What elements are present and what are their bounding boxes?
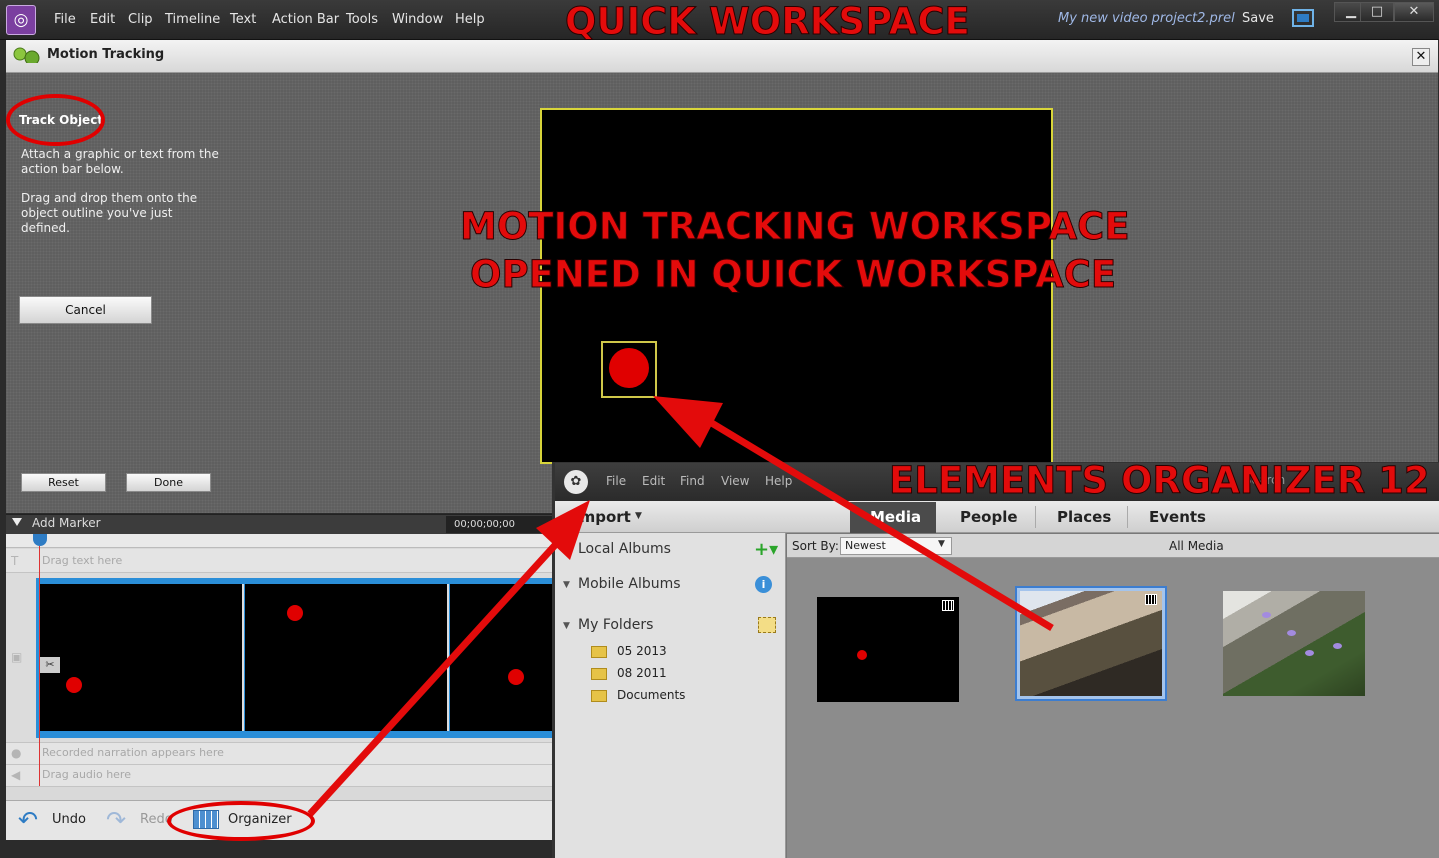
window-close-button[interactable]: ✕	[1394, 2, 1434, 22]
local-albums-header[interactable]: Local Albums	[578, 541, 671, 557]
menu-action-bar[interactable]: Action Bar	[272, 12, 339, 27]
project-name: My new video project2.prel	[1058, 11, 1235, 26]
folder-view-icon[interactable]	[758, 617, 776, 633]
panel-close-button[interactable]: ✕	[1412, 48, 1430, 66]
chevron-down-icon[interactable]: ▼	[938, 539, 945, 549]
frame-dot-2	[287, 605, 303, 621]
folder-icon	[591, 646, 607, 658]
cancel-button[interactable]: Cancel	[19, 296, 152, 324]
video-track-icon: ▣	[11, 650, 23, 664]
media-thumbnail[interactable]	[817, 597, 959, 702]
all-media-label: All Media	[1169, 539, 1224, 553]
undo-button[interactable]: Undo	[52, 812, 86, 827]
speaker-icon: ◀	[11, 768, 21, 782]
mobile-albums-header[interactable]: Mobile Albums	[578, 576, 681, 592]
thumbnail-flower	[1262, 612, 1271, 618]
playhead-line	[39, 546, 40, 786]
my-folders-header[interactable]: My Folders	[578, 617, 653, 633]
import-button[interactable]: Import	[574, 508, 631, 526]
annotation-elements-organizer: ELEMENTS ORGANIZER 12	[889, 459, 1431, 503]
organizer-logo-icon: ✿	[564, 470, 588, 494]
scissors-icon[interactable]: ✂	[40, 657, 60, 673]
annotation-motion-line-2: OPENED IN QUICK WORKSPACE	[469, 253, 1117, 297]
sort-dropdown[interactable]: Newest	[840, 537, 952, 555]
clip-frame-2	[245, 584, 449, 731]
import-dropdown-icon[interactable]: ▼	[635, 511, 642, 521]
menu-help[interactable]: Help	[455, 12, 485, 27]
microphone-icon: ●	[11, 746, 22, 760]
menu-text[interactable]: Text	[230, 12, 256, 27]
audio-hint: Drag audio here	[42, 768, 131, 781]
thumbnail-flower	[1333, 643, 1342, 649]
status-strip	[0, 840, 556, 858]
fullscreen-icon[interactable]	[1292, 9, 1314, 27]
redo-icon[interactable]: ↷	[106, 806, 126, 834]
text-track-icon: T	[11, 554, 19, 568]
menu-tools[interactable]: Tools	[346, 12, 378, 27]
annotation-quick-workspace: QUICK WORKSPACE	[565, 0, 971, 44]
tab-places[interactable]: Places	[1057, 508, 1111, 526]
menu-window[interactable]: Window	[392, 12, 443, 27]
folder-item[interactable]: Documents	[617, 688, 685, 702]
collapse-arrow-icon[interactable]: ▼	[563, 580, 570, 590]
tab-separator	[1127, 506, 1128, 528]
maximize-button[interactable]: □	[1360, 2, 1394, 22]
thumbnail-red-dot	[857, 650, 867, 660]
folder-icon	[591, 690, 607, 702]
add-album-icon[interactable]: +▾	[754, 539, 778, 560]
frame-dot-1	[66, 677, 82, 693]
collapse-arrow-icon[interactable]: ▼	[563, 545, 570, 555]
annotation-motion-line-1: MOTION TRACKING WORKSPACE	[460, 205, 1131, 249]
motion-tracking-title: Motion Tracking	[47, 47, 165, 62]
narration-hint: Recorded narration appears here	[42, 746, 224, 759]
instruction-attach: Attach a graphic or text from the action…	[21, 147, 219, 176]
add-marker-icon[interactable]	[12, 518, 22, 526]
clip-frame-1	[40, 584, 244, 731]
undo-icon[interactable]: ↶	[18, 806, 38, 834]
video-file-icon	[1145, 594, 1157, 605]
annotation-oval-track-object	[6, 94, 105, 146]
tab-people[interactable]: People	[960, 508, 1018, 526]
add-marker-button[interactable]: Add Marker	[32, 516, 101, 530]
menu-timeline[interactable]: Timeline	[165, 12, 220, 27]
organizer-menu-find[interactable]: Find	[680, 474, 705, 488]
collapse-arrow-icon[interactable]: ▼	[563, 621, 570, 631]
sort-by-label: Sort By:	[792, 539, 839, 553]
thumbnail-flower	[1287, 630, 1296, 636]
menu-file[interactable]: File	[54, 12, 76, 27]
motion-tracking-icon	[13, 47, 40, 63]
menu-edit[interactable]: Edit	[90, 12, 115, 27]
tab-media[interactable]: Media	[870, 508, 921, 526]
video-file-icon	[942, 600, 954, 611]
organizer-menu-help[interactable]: Help	[765, 474, 792, 488]
tracking-outline[interactable]	[601, 341, 657, 398]
clip-frame-3	[450, 584, 552, 731]
info-icon[interactable]: i	[755, 576, 772, 593]
tab-separator	[1035, 506, 1036, 528]
organizer-menu-view[interactable]: View	[721, 474, 749, 488]
done-button[interactable]: Done	[126, 473, 211, 492]
premiere-elements-logo-icon: ◎	[6, 5, 36, 35]
frame-dot-3	[508, 669, 524, 685]
instruction-drag-drop: Drag and drop them onto the object outli…	[21, 191, 198, 235]
organizer-menu-file[interactable]: File	[606, 474, 626, 488]
menu-clip[interactable]: Clip	[128, 12, 153, 27]
tab-events[interactable]: Events	[1149, 508, 1206, 526]
folder-item[interactable]: 05 2013	[617, 644, 667, 658]
organizer-menu-edit[interactable]: Edit	[642, 474, 665, 488]
text-track-hint: Drag text here	[42, 554, 123, 567]
media-thumbnail-selected[interactable]	[1020, 591, 1162, 696]
folder-icon	[591, 668, 607, 680]
time-ruler[interactable]	[6, 534, 552, 548]
timecode-display: 00;00;00;00	[446, 516, 552, 533]
annotation-oval-organizer	[167, 801, 315, 841]
save-button[interactable]: Save	[1242, 11, 1274, 26]
motion-tracking-header	[6, 40, 1438, 73]
reset-button[interactable]: Reset	[21, 473, 106, 492]
thumbnail-flower	[1305, 650, 1314, 656]
media-thumbnail[interactable]	[1223, 591, 1365, 696]
folder-item[interactable]: 08 2011	[617, 666, 667, 680]
